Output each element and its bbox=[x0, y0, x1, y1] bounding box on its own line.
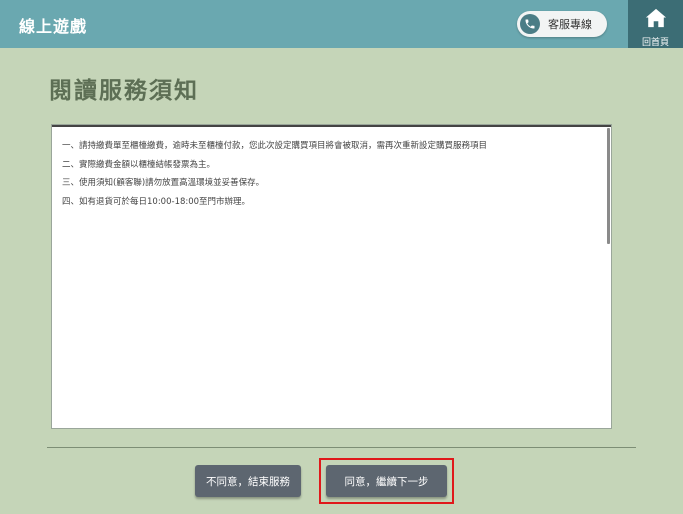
scrollbar-thumb[interactable] bbox=[607, 128, 610, 244]
app-title: 線上遊戲 bbox=[19, 17, 88, 36]
notice-text-box[interactable]: 一、請持繳費單至櫃檯繳費，逾時未至櫃檯付款，您此次設定購買項目將會被取消，需再次… bbox=[51, 124, 612, 429]
home-icon bbox=[645, 7, 667, 33]
customer-service-button[interactable]: 客服專線 bbox=[517, 11, 607, 37]
agree-continue-button[interactable]: 同意，繼續下一步 bbox=[326, 465, 447, 497]
home-label: 回首頁 bbox=[641, 38, 669, 48]
notice-item: 四、如有退貨可於每日10:00-18:00至門市辦理。 bbox=[62, 196, 251, 207]
notice-item: 二、實際繳費金額以櫃檯結帳發票為主。 bbox=[62, 159, 216, 170]
page-title: 閱讀服務須知 bbox=[49, 78, 199, 104]
notice-item: 一、請持繳費單至櫃檯繳費，逾時未至櫃檯付款，您此次設定購買項目將會被取消，需再次… bbox=[62, 141, 488, 151]
phone-icon bbox=[520, 14, 540, 34]
divider bbox=[47, 447, 636, 448]
customer-service-label: 客服專線 bbox=[548, 18, 592, 31]
notice-item: 三、使用須知(顧客聯)請勿放置高溫環境並妥善保存。 bbox=[62, 178, 265, 188]
disagree-end-service-button[interactable]: 不同意，結束服務 bbox=[195, 465, 301, 497]
notice-list: 一、請持繳費單至櫃檯繳費，逾時未至櫃檯付款，您此次設定購買項目將會被取消，需再次… bbox=[52, 125, 611, 211]
top-bar: 線上遊戲 客服專線 回首頁 bbox=[0, 0, 683, 48]
home-button[interactable]: 回首頁 bbox=[628, 0, 683, 48]
